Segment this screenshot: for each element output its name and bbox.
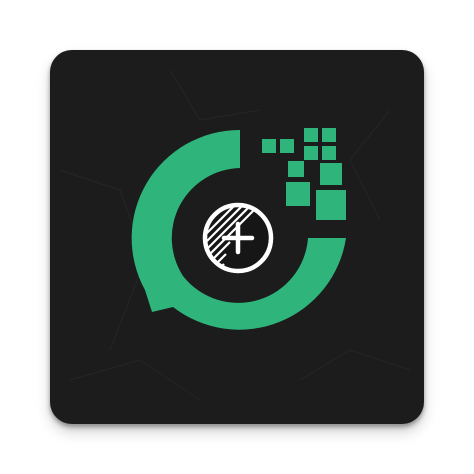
app-icon[interactable] — [50, 50, 424, 424]
icon-canvas — [0, 0, 474, 474]
pixel-block-icon — [262, 128, 346, 220]
app-icon-artwork — [59, 69, 411, 401]
magnifier-plus-icon — [202, 202, 274, 274]
